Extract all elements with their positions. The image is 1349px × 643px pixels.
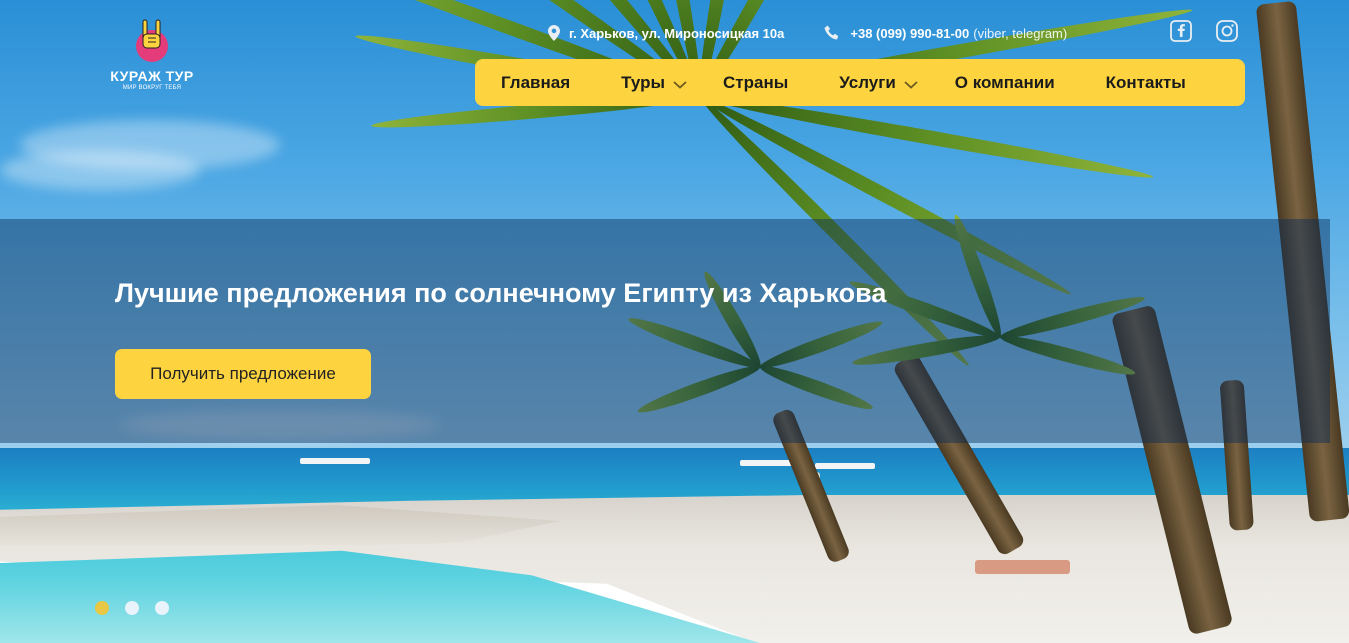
map-pin-icon xyxy=(548,25,560,41)
brand-slogan: МИР ВОКРУГ ТЕБЯ xyxy=(122,85,182,91)
hero-title: Лучшие предложения по солнечному Египту … xyxy=(115,278,887,308)
social-links xyxy=(1170,20,1238,42)
brand-name: КУРАЖ ТУР xyxy=(110,68,194,84)
nav-item-label: Туры xyxy=(621,72,666,92)
chevron-down-icon xyxy=(673,80,687,89)
main-nav: Главная Туры Страны Услуги О компании Ко… xyxy=(475,59,1245,106)
cloud xyxy=(0,150,200,190)
facebook-icon[interactable] xyxy=(1170,20,1192,42)
chevron-down-icon xyxy=(904,80,918,89)
slider-dot-1[interactable] xyxy=(95,601,109,615)
nav-item-label: Услуги xyxy=(839,72,896,92)
nav-item-services[interactable]: Услуги xyxy=(839,73,918,93)
slider-dot-3[interactable] xyxy=(155,601,169,615)
nav-item-label: Страны xyxy=(723,72,789,92)
nav-item-label: Контакты xyxy=(1105,72,1186,92)
slider-dot-2[interactable] xyxy=(125,601,139,615)
nav-item-home[interactable]: Главная xyxy=(501,73,570,93)
phone[interactable]: +38 (099) 990-81-00 (viber, telegram) xyxy=(824,25,1067,41)
contact-bar: г. Харьков, ул. Мироносицкая 10а +38 (09… xyxy=(548,22,1067,44)
nav-item-countries[interactable]: Страны xyxy=(723,73,788,93)
boat xyxy=(300,458,370,464)
get-offer-button[interactable]: Получить предложение xyxy=(115,349,371,399)
phone-number[interactable]: +38 (099) 990-81-00 xyxy=(850,26,969,41)
address-text: г. Харьков, ул. Мироносицкая 10а xyxy=(569,25,785,41)
nav-item-label: О компании xyxy=(954,72,1055,92)
nav-item-label: Главная xyxy=(501,72,571,92)
brand-logo[interactable]: КУРАЖ ТУР МИР ВОКРУГ ТЕБЯ xyxy=(102,16,202,91)
sunbather xyxy=(975,560,1070,574)
nav-item-about[interactable]: О компании xyxy=(955,73,1055,93)
slider-pagination xyxy=(95,601,169,615)
hero-overlay xyxy=(0,219,1330,443)
nav-item-contacts[interactable]: Контакты xyxy=(1106,73,1186,93)
instagram-icon[interactable] xyxy=(1216,20,1238,42)
address: г. Харьков, ул. Мироносицкая 10а xyxy=(548,25,784,41)
phone-messengers: (viber, telegram) xyxy=(973,25,1068,41)
rock-hand-logo-icon xyxy=(134,16,170,64)
nav-item-tours[interactable]: Туры xyxy=(621,73,687,93)
boat xyxy=(815,463,875,469)
phone-icon xyxy=(824,25,839,40)
